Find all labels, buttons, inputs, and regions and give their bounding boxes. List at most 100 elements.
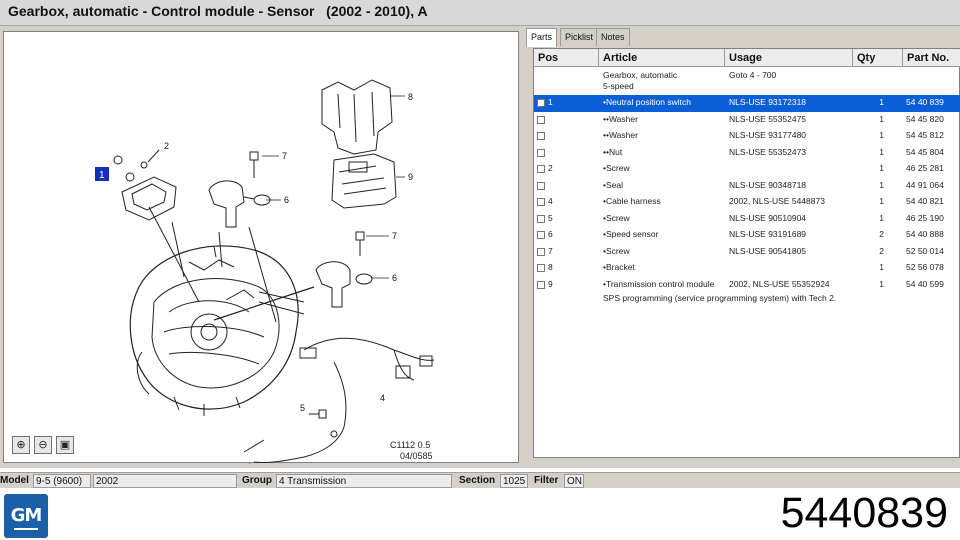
cell-article: •Neutral position switch xyxy=(603,97,692,107)
tab-parts[interactable]: Parts xyxy=(526,28,558,47)
callout-6b: 6 xyxy=(392,273,397,283)
cell-article: ••Washer xyxy=(603,113,638,124)
cell-pos: 5 xyxy=(548,212,553,223)
cell-part-no: 54 40 599 xyxy=(906,278,944,289)
table-row[interactable]: 8 •Bracket 1 52 56 078 xyxy=(534,260,960,277)
cell-qty: 1 xyxy=(879,212,884,223)
cell-pos: 1 xyxy=(548,97,553,107)
model-field[interactable]: 9-5 (9600) xyxy=(33,474,91,488)
cell-usage: NLS-USE 93177480 xyxy=(729,130,807,140)
parts-table[interactable]: Pos Article Usage Qty Part No. Gearbox, … xyxy=(533,48,960,458)
cell-article: •Seal xyxy=(603,179,623,190)
row-checkbox[interactable] xyxy=(537,165,545,173)
section-field[interactable]: 1025 xyxy=(500,474,528,488)
tab-notes[interactable]: Notes xyxy=(596,28,630,46)
filter-label: Filter xyxy=(534,475,559,486)
table-row[interactable]: 1 •Neutral position switch NLS-USE 93172… xyxy=(534,95,960,112)
table-row[interactable]: 5 •Screw NLS-USE 90510904 1 46 25 190 xyxy=(534,211,960,228)
group-label: Group xyxy=(242,475,272,486)
cell-qty: 1 xyxy=(879,278,884,289)
row-checkbox[interactable] xyxy=(537,231,545,239)
cell-article: ••Washer xyxy=(603,130,638,140)
table-row[interactable]: 7 •Screw NLS-USE 90541805 2 52 50 014 xyxy=(534,244,960,261)
window-title: Gearbox, automatic - Control module - Se… xyxy=(8,3,428,19)
callout-5: 5 xyxy=(300,403,305,413)
cell-usage: NLS-USE 55352473 xyxy=(729,146,807,157)
row-checkbox[interactable] xyxy=(537,198,545,206)
row-checkbox[interactable] xyxy=(537,214,545,223)
table-row-group[interactable]: Gearbox, automatic 5-speed Goto 4 - 700 xyxy=(534,68,960,95)
row-checkbox[interactable] xyxy=(537,247,545,256)
part-number-display: 5440839 xyxy=(780,489,948,537)
header-pos[interactable]: Pos xyxy=(534,49,599,67)
cell-pos: 9 xyxy=(548,278,553,289)
callout-4: 4 xyxy=(380,393,385,403)
cell-usage: NLS-USE 55352475 xyxy=(729,113,807,124)
drawing-code: C1112 0.5 xyxy=(390,440,431,450)
exploded-diagram[interactable]: 1 2 7 6 8 9 7 6 5 4 xyxy=(4,32,520,464)
status-bar: Model 9-5 (9600) 2002 Group 4 Transmissi… xyxy=(0,472,960,488)
row-checkbox[interactable] xyxy=(537,280,545,289)
row-checkbox[interactable] xyxy=(537,181,545,190)
filter-field[interactable]: ON xyxy=(564,474,584,488)
row-checkbox[interactable] xyxy=(537,115,545,124)
diagram-panel[interactable]: 1 2 7 6 8 9 7 6 5 4 ⊕ ⊖ ▣ C1112 0.5 04/0… xyxy=(3,31,520,464)
cell-article: •Screw xyxy=(603,163,630,173)
table-row[interactable]: 6 •Speed sensor NLS-USE 93191689 2 54 40… xyxy=(534,227,960,244)
cell-qty: 1 xyxy=(879,97,884,107)
cell-part-no: 54 40 821 xyxy=(906,196,944,206)
cell-article: •Screw xyxy=(603,212,630,223)
group-article-line1: Gearbox, automatic xyxy=(603,70,678,80)
footnote-text: SPS programming (service programming sys… xyxy=(603,293,837,303)
zoom-in-button[interactable]: ⊕ xyxy=(12,436,30,454)
table-row-note[interactable]: SPS programming (service programming sys… xyxy=(534,293,960,310)
cell-article: •Transmission control module xyxy=(603,278,715,289)
table-row[interactable]: •Seal NLS-USE 90348718 1 44 91 064 xyxy=(534,178,960,195)
cell-part-no: 52 56 078 xyxy=(906,262,944,272)
header-part-no[interactable]: Part No. xyxy=(903,49,960,67)
title-bar: Gearbox, automatic - Control module - Se… xyxy=(0,0,960,26)
section-label: Section xyxy=(459,475,496,486)
cell-part-no: 52 50 014 xyxy=(906,245,944,256)
table-row[interactable]: 9 •Transmission control module 2002, NLS… xyxy=(534,277,960,294)
footer-band: GM 5440839 xyxy=(0,489,960,540)
cell-part-no: 54 45 812 xyxy=(906,130,944,140)
table-body: Gearbox, automatic 5-speed Goto 4 - 700 … xyxy=(534,68,960,310)
cell-qty: 2 xyxy=(879,245,884,256)
group-usage: Goto 4 - 700 xyxy=(729,70,777,80)
cell-qty: 1 xyxy=(879,196,884,206)
table-row[interactable]: ••Washer NLS-USE 55352475 1 54 45 820 xyxy=(534,112,960,129)
group-article-line2: 5-speed xyxy=(603,81,634,91)
header-article[interactable]: Article xyxy=(599,49,725,67)
callout-8: 8 xyxy=(408,92,413,102)
cell-part-no: 44 91 064 xyxy=(906,179,944,190)
callout-7b: 7 xyxy=(392,231,397,241)
zoom-in-icon: ⊕ xyxy=(16,438,26,451)
table-row[interactable]: ••Nut NLS-USE 55352473 1 54 45 804 xyxy=(534,145,960,162)
cell-part-no: 54 40 888 xyxy=(906,229,944,239)
row-checkbox[interactable] xyxy=(537,264,545,272)
cell-article: •Speed sensor xyxy=(603,229,659,239)
tab-picklist[interactable]: Picklist xyxy=(560,28,599,46)
row-checkbox[interactable] xyxy=(537,99,545,107)
table-row[interactable]: 4 •Cable harness 2002, NLS-USE 5448873 1… xyxy=(534,194,960,211)
header-qty[interactable]: Qty xyxy=(853,49,903,67)
table-header: Pos Article Usage Qty Part No. xyxy=(534,49,960,67)
row-checkbox[interactable] xyxy=(537,148,545,157)
gm-logo-text: GM xyxy=(10,505,43,526)
table-row[interactable]: ••Washer NLS-USE 93177480 1 54 45 812 xyxy=(534,128,960,145)
fit-view-icon: ▣ xyxy=(59,438,71,451)
callout-2: 2 xyxy=(164,141,169,151)
table-row[interactable]: 2 •Screw 1 46 25 281 xyxy=(534,161,960,178)
cell-pos: 4 xyxy=(548,196,553,206)
group-field[interactable]: 4 Transmission xyxy=(276,474,452,488)
zoom-out-button[interactable]: ⊖ xyxy=(34,436,52,454)
cell-article: •Screw xyxy=(603,245,630,256)
year-field[interactable]: 2002 xyxy=(93,474,237,488)
cell-usage: NLS-USE 90541805 xyxy=(729,245,807,256)
row-checkbox[interactable] xyxy=(537,132,545,140)
cell-qty: 1 xyxy=(879,130,884,140)
cell-pos: 7 xyxy=(548,245,553,256)
header-usage[interactable]: Usage xyxy=(725,49,853,67)
fit-view-button[interactable]: ▣ xyxy=(56,436,74,454)
